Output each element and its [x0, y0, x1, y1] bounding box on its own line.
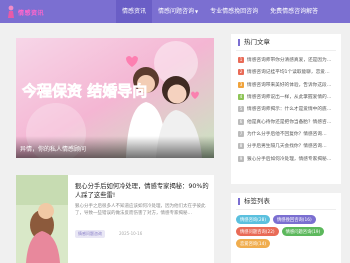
article-title[interactable]: 狠心分手后如何冷处理，情感专家揭秘：90%的人踩了这些雷! — [75, 182, 210, 200]
tag-chip[interactable]: 恋爱咨询(14) — [236, 239, 271, 248]
hot-articles-panel: 热门文章 1 情感咨询师带你分清感真爱，还是因为… 2 情感咨询记挂平均1个读取能聊… — [231, 34, 341, 184]
hot-article-item[interactable]: 1 情感咨询师带你分清感真爱，还是因为… — [238, 54, 336, 66]
hot-article-item[interactable]: 8 分手后男生隔几天会找你？情感咨询… — [238, 140, 336, 152]
nav-item-free-consult[interactable]: 免费情感咨询解答 — [264, 0, 324, 23]
rank-badge: 5 — [238, 106, 244, 113]
rank-badge: 9 — [238, 155, 244, 162]
rank-badge: 8 — [238, 143, 244, 150]
hot-article-item[interactable]: 2 情感咨询记挂平均1个读取能聊，恋爱… — [238, 66, 336, 78]
hero-image-text: 今程保资 结婚导向 — [21, 82, 147, 100]
chevron-down-icon: ▼ — [195, 9, 199, 14]
hot-article-link[interactable]: 分手后男生隔几天会找你？情感咨询… — [247, 143, 327, 149]
hot-article-link[interactable]: 情感咨询师说出一样，从此掌握爱情的主动… — [247, 94, 336, 100]
article-category-tag[interactable]: 情感问题咨询 — [75, 230, 105, 238]
nav-label: 情感资讯 — [122, 8, 147, 15]
hot-articles-title: 热门文章 — [238, 39, 270, 46]
top-nav-bar: 情感资讯 情感资讯 情感问题咨询▼ 专业情感挽回咨询 免费情感咨询解答 — [0, 0, 350, 23]
hero-banner[interactable]: 今程保资 结婚导向 异情，你的私人情感顾问 — [16, 38, 214, 158]
nav-item-recovery-consult[interactable]: 专业情感挽回咨询 — [204, 0, 264, 23]
hot-article-item[interactable]: 9 狠心分手后如何冷处理，情感专家揭秘… — [238, 152, 336, 164]
hot-article-link[interactable]: 情感咨询记挂平均1个读取能聊，恋爱… — [247, 69, 330, 75]
tag-cloud: 情感咨询(28) 情感挽回咨询(16) 情感问题咨询(22) 情感问题咨询(19… — [236, 215, 340, 248]
hot-article-link[interactable]: 为什么分手后他不回复你？情感咨询… — [247, 131, 327, 137]
hot-article-link[interactable]: 狠心分手后如何冷处理，情感专家揭秘… — [247, 156, 331, 162]
hot-article-item[interactable]: 5 情感咨询师揭示：什么才是爱情中的底… — [238, 103, 336, 115]
article-summary: 狠心分手之后很多人不知道应该如何冷处理，因为他们太在乎彼此了，导致一些错误的做法… — [75, 204, 206, 216]
hot-article-link[interactable]: 情感咨询带来美好的体验，告诉你这段关… — [247, 82, 336, 88]
hot-article-item[interactable]: 6 他是真心待你还是把你当备胎？情感咨… — [238, 115, 336, 127]
nav-label: 免费情感咨询解答 — [270, 8, 319, 15]
rank-badge: 2 — [238, 69, 244, 76]
hot-article-link[interactable]: 他是真心待你还是把你当备胎？情感咨… — [247, 119, 331, 125]
rank-badge: 4 — [238, 94, 244, 101]
article-date: 2025-10-16 — [119, 231, 143, 236]
nav-label: 情感问题咨询 — [158, 8, 195, 15]
hero-caption: 异情，你的私人情感顾问 — [20, 146, 87, 153]
hot-article-item[interactable]: 4 情感咨询师说出一样，从此掌握爱情的主动… — [238, 91, 336, 103]
divider — [236, 50, 336, 51]
hot-articles-list: 1 情感咨询师带你分清感真爱，还是因为… 2 情感咨询记挂平均1个读取能聊，恋爱… … — [238, 54, 336, 165]
nav-item-emotion-news[interactable]: 情感资讯 — [116, 0, 153, 23]
logo-text: 情感资讯 — [18, 10, 45, 17]
rank-badge: 3 — [238, 81, 244, 88]
hot-article-item[interactable]: 7 为什么分手后他不回复你？情感咨询… — [238, 128, 336, 140]
rank-badge: 1 — [238, 57, 244, 64]
article-thumbnail[interactable] — [16, 175, 68, 263]
article-card[interactable]: 狠心分手后如何冷处理，情感专家揭秘：90%的人踩了这些雷! 狠心分手之后很多人不… — [16, 175, 214, 263]
hot-article-item[interactable]: 3 情感咨询带来美好的体验，告诉你这段关… — [238, 79, 336, 91]
main-nav: 情感资讯 情感问题咨询▼ 专业情感挽回咨询 免费情感咨询解答 — [116, 0, 324, 23]
hot-article-link[interactable]: 情感咨询师带你分清感真爱，还是因为… — [247, 57, 331, 63]
tag-chip[interactable]: 情感问题咨询(19) — [281, 227, 325, 236]
divider — [236, 209, 336, 210]
nav-item-emotion-consult[interactable]: 情感问题咨询▼ — [152, 0, 204, 23]
tag-chip[interactable]: 情感问题咨询(22) — [236, 227, 279, 236]
hot-article-link[interactable]: 情感咨询师揭示：什么才是爱情中的底… — [247, 106, 331, 112]
article-thumbnail-image — [16, 175, 68, 263]
rank-badge: 7 — [238, 130, 244, 137]
tag-list-title: 标签列表 — [238, 198, 270, 205]
nav-label: 专业情感挽回咨询 — [210, 8, 259, 15]
tag-chip[interactable]: 情感咨询(28) — [236, 215, 271, 224]
tag-list-panel: 标签列表 情感咨询(28) 情感挽回咨询(16) 情感问题咨询(22) 情感问题… — [231, 193, 341, 263]
site-logo[interactable]: 情感资讯 — [6, 4, 46, 19]
rank-badge: 6 — [238, 118, 244, 125]
tag-chip[interactable]: 情感挽回咨询(16) — [273, 215, 316, 224]
logo-figure-icon — [8, 5, 14, 18]
